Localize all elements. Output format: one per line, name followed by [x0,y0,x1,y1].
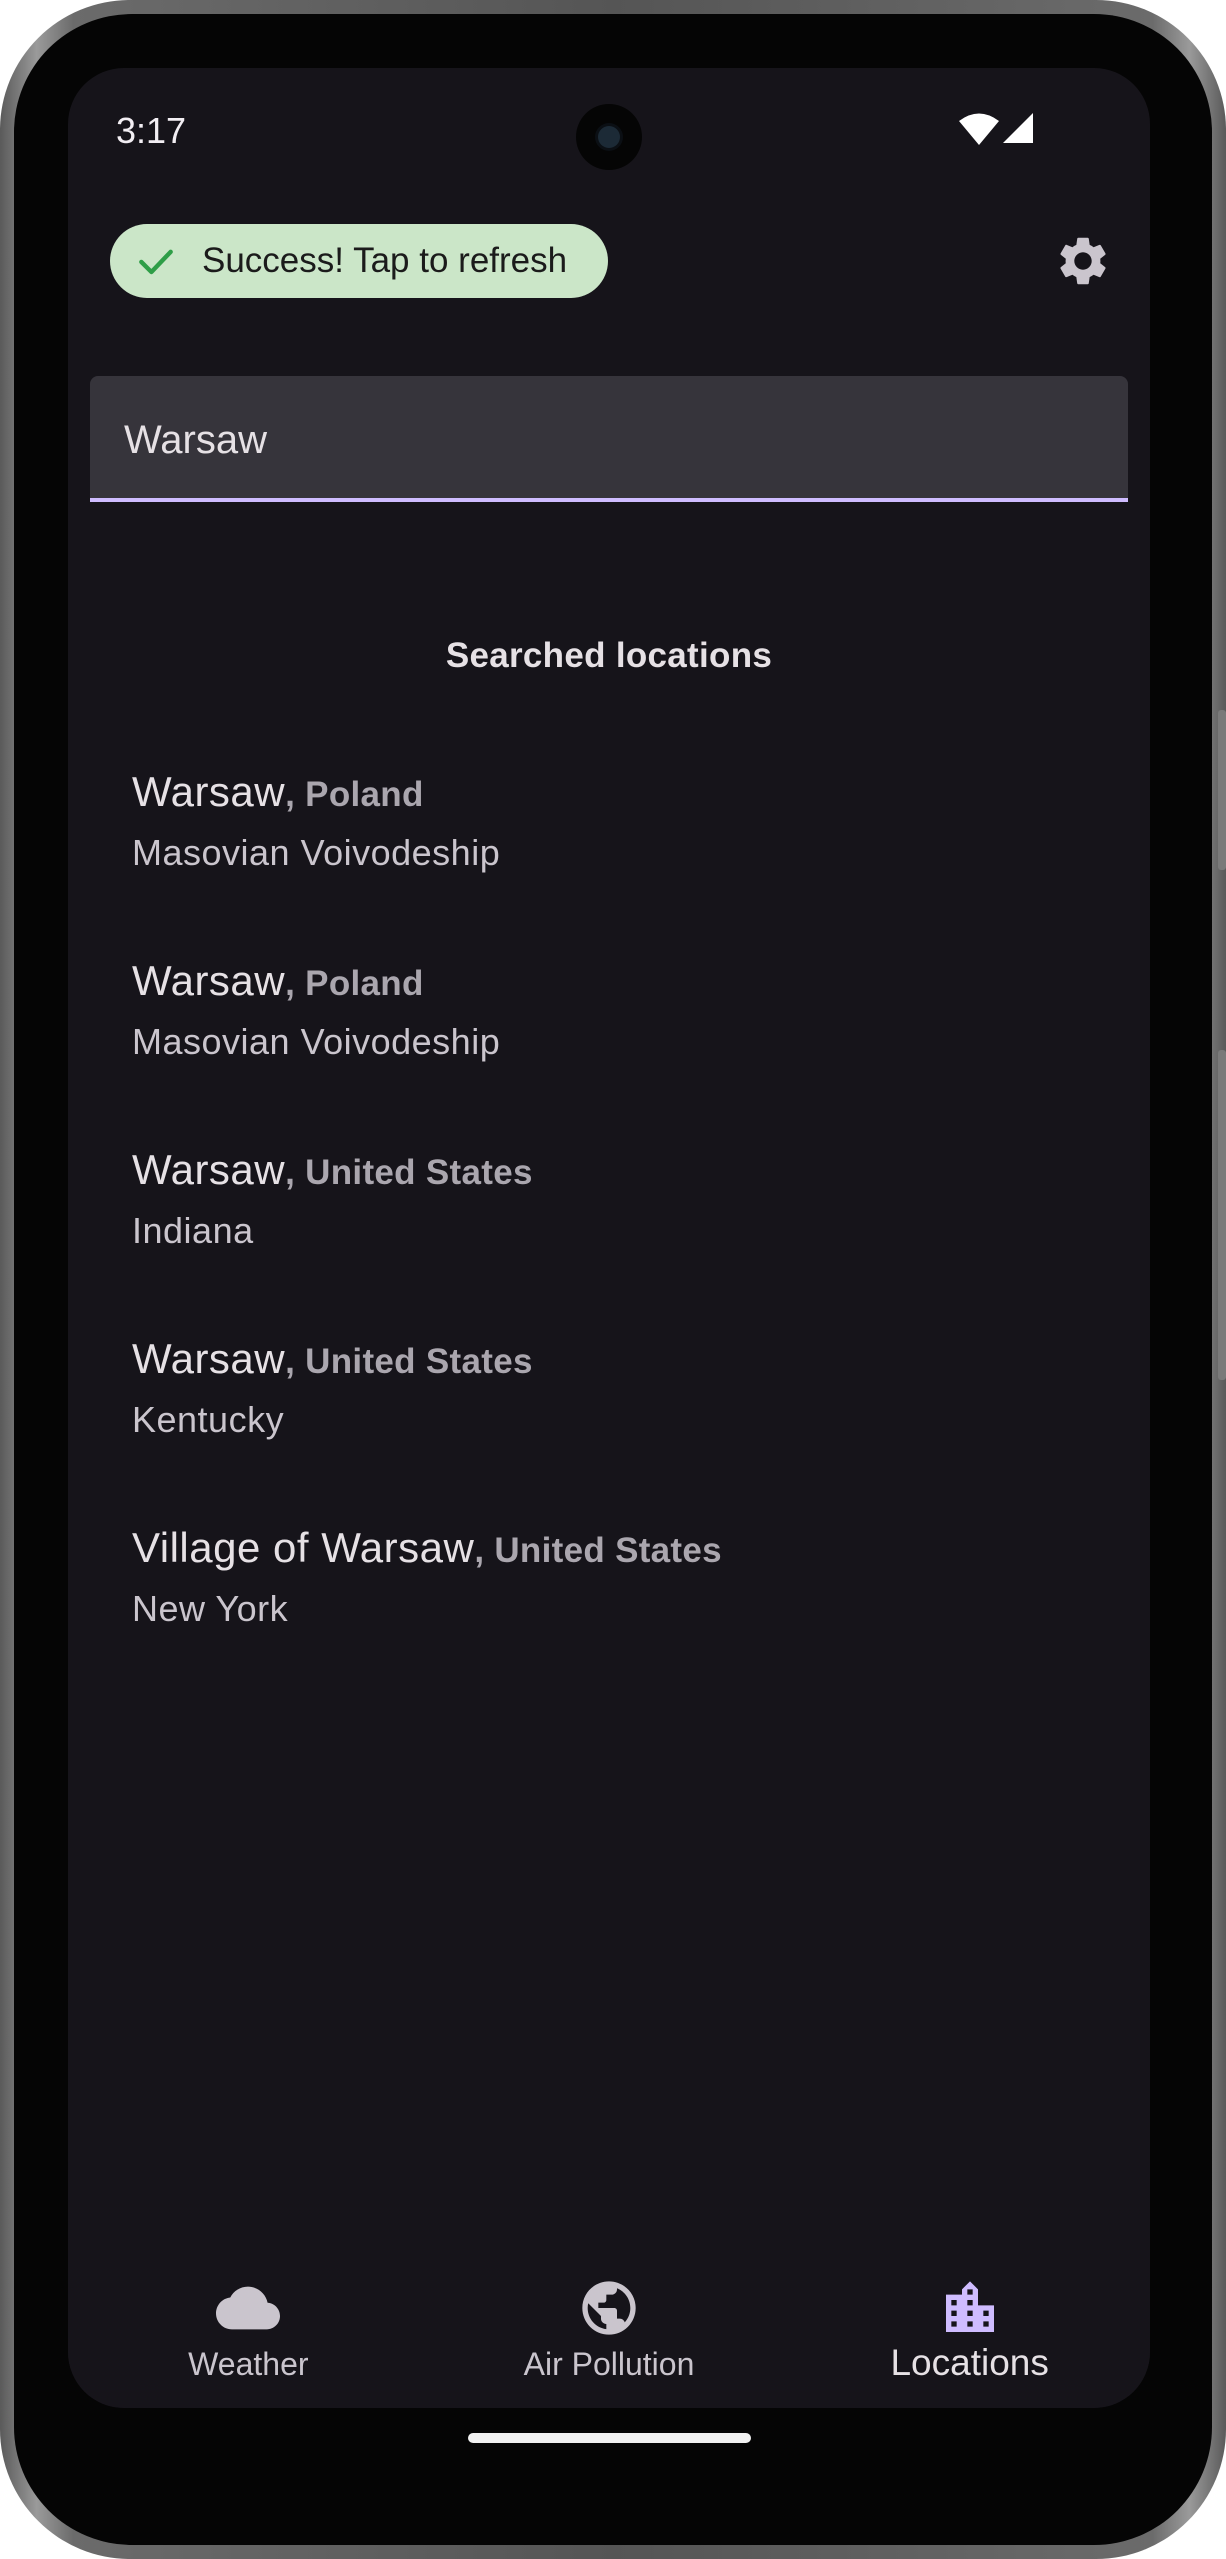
location-search-input[interactable] [90,376,1128,498]
nav-item-air-pollution[interactable]: Air Pollution [429,2248,790,2408]
location-city: Warsaw [132,1146,286,1193]
wifi-icon [959,113,999,145]
location-city: Warsaw [132,957,286,1004]
settings-gear-icon[interactable] [1054,232,1112,290]
location-country: , United States [285,1342,533,1381]
app-screen: 3:17 Success! Tap to refresh Searched lo… [68,68,1150,2408]
location-country: , Poland [285,775,424,814]
nav-label-locations: Locations [890,2342,1049,2383]
nav-item-weather[interactable]: Weather [68,2248,429,2408]
location-results-list: Warsaw, Poland Masovian Voivodeship Wars… [68,748,1150,1693]
refresh-status-chip[interactable]: Success! Tap to refresh [110,224,608,298]
status-time: 3:17 [116,110,187,151]
location-city: Warsaw [132,768,286,815]
location-result-item[interactable]: Warsaw, Poland Masovian Voivodeship [68,937,1150,1126]
location-region: Kentucky [132,1399,285,1440]
nav-item-locations[interactable]: Locations [789,2248,1150,2408]
volume-button [1218,1050,1226,1380]
device-frame: 3:17 Success! Tap to refresh Searched lo… [0,0,1226,2559]
location-result-item[interactable]: Warsaw, United States Indiana [68,1126,1150,1315]
location-city: Village of Warsaw [132,1524,475,1571]
location-result-item[interactable]: Village of Warsaw, United States New Yor… [68,1504,1150,1693]
bottom-navigation-bar: Weather Air Pollution Locations [68,2248,1150,2408]
location-search-field [90,376,1128,502]
location-region: Masovian Voivodeship [132,1021,501,1062]
location-country: , United States [285,1153,533,1192]
location-region: New York [132,1588,289,1629]
home-indicator[interactable] [468,2433,751,2443]
location-city: Warsaw [132,1335,286,1382]
location-country: , United States [474,1531,722,1570]
city-icon [945,2281,994,2332]
location-region: Masovian Voivodeship [132,832,501,873]
globe-icon [582,2281,636,2335]
cloud-icon [216,2286,281,2330]
nav-label-weather: Weather [188,2346,309,2382]
signal-icon [1003,113,1033,143]
check-icon [139,249,173,275]
power-button [1218,710,1226,870]
location-country: , Poland [285,964,424,1003]
location-region: Indiana [132,1210,254,1251]
location-result-item[interactable]: Warsaw, Poland Masovian Voivodeship [68,748,1150,937]
nav-label-air-pollution: Air Pollution [523,2346,695,2382]
searched-locations-title: Searched locations [445,636,773,675]
location-result-item[interactable]: Warsaw, United States Kentucky [68,1315,1150,1504]
front-camera [576,104,642,170]
refresh-status-label: Success! Tap to refresh [202,241,568,280]
